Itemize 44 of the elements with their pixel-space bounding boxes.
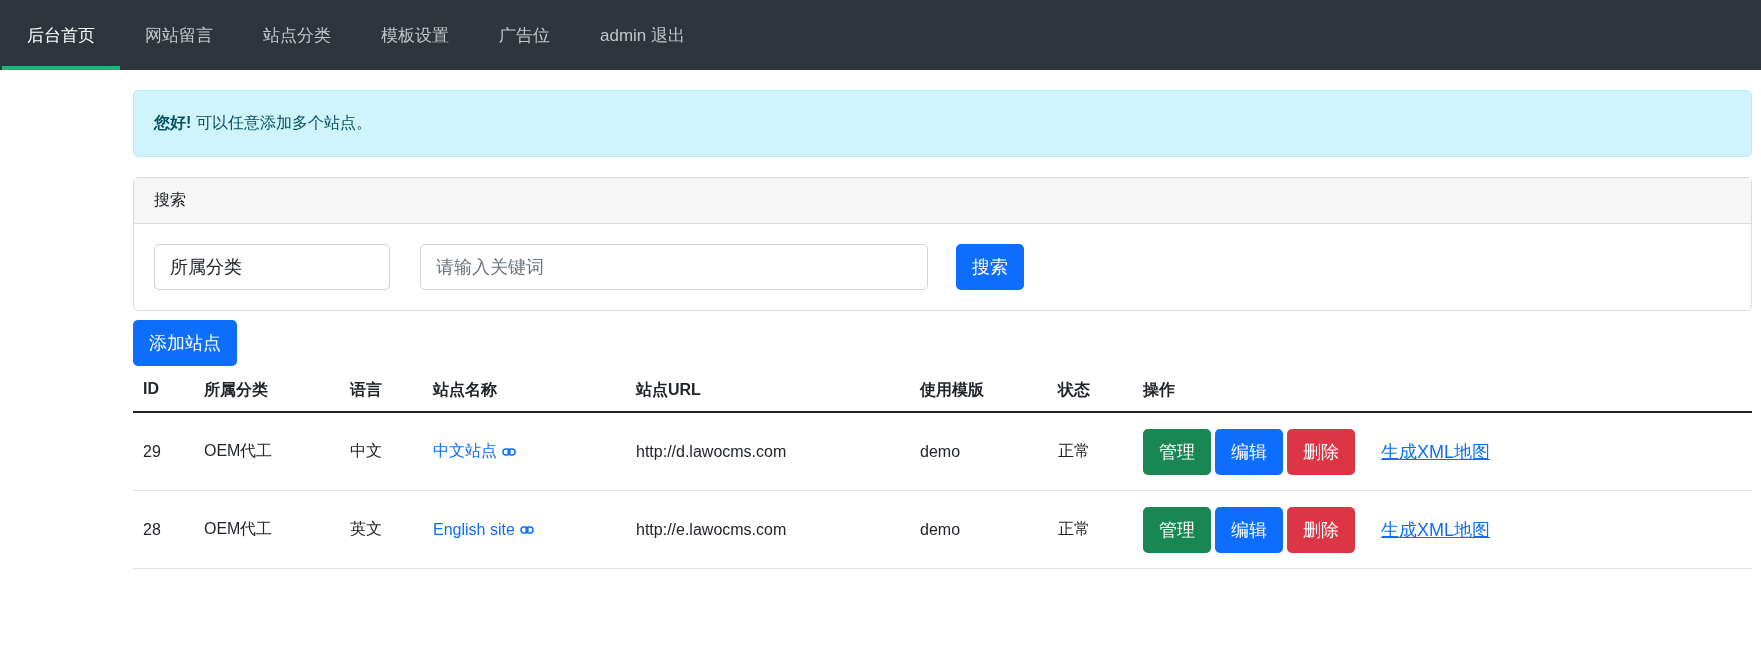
table-cell: 28 [133,491,194,569]
column-header: 操作 [1133,370,1752,413]
column-header: ID [133,370,194,413]
info-alert: 您好! 可以任意添加多个站点。 [133,90,1752,157]
nav-tab[interactable]: 广告位 [474,0,575,70]
table-cell: demo [910,491,1048,569]
table-cell: 英文 [340,491,423,569]
category-select[interactable]: 所属分类 [154,244,390,290]
action-button[interactable]: 编辑 [1215,506,1283,553]
table-cell: 29 [133,413,194,491]
action-button[interactable]: 管理 [1143,428,1211,475]
column-header: 状态 [1048,370,1133,413]
column-header: 所属分类 [194,370,340,413]
table-cell: 正常 [1048,491,1133,569]
column-header: 站点URL [626,370,910,413]
table-cell: http://e.lawocms.com [626,491,910,569]
add-site-button[interactable]: 添加站点 [133,320,237,366]
action-button[interactable]: 管理 [1143,506,1211,553]
site-name-link[interactable]: 中文站点 [433,441,516,462]
column-header: 语言 [340,370,423,413]
xml-sitemap-link[interactable]: 生成XML地图 [1381,439,1490,464]
nav-tab[interactable]: 站点分类 [238,0,356,70]
card-header: 搜索 [134,178,1751,224]
table-cell: http://d.lawocms.com [626,413,910,491]
link-icon [502,447,516,456]
link-icon [519,525,534,534]
action-button[interactable]: 删除 [1287,428,1355,475]
table-cell: 中文 [340,413,423,491]
site-name-link[interactable]: English site [433,520,534,539]
action-button[interactable]: 编辑 [1215,428,1283,475]
nav-tab[interactable]: admin 退出 [575,0,711,70]
column-header: 使用模版 [910,370,1048,413]
column-header: 站点名称 [423,370,626,413]
nav-tab[interactable]: 后台首页 [2,0,120,70]
table-cell: OEM代工 [194,413,340,491]
keyword-input[interactable]: 请输入关键词 [420,244,928,290]
table-cell: 正常 [1048,413,1133,491]
nav-tab[interactable]: 网站留言 [120,0,238,70]
xml-sitemap-link[interactable]: 生成XML地图 [1381,517,1490,542]
search-button[interactable]: 搜索 [956,244,1024,290]
nav-tab[interactable]: 模板设置 [356,0,474,70]
action-button[interactable]: 删除 [1287,506,1355,553]
table-cell: demo [910,413,1048,491]
table-cell: OEM代工 [194,491,340,569]
